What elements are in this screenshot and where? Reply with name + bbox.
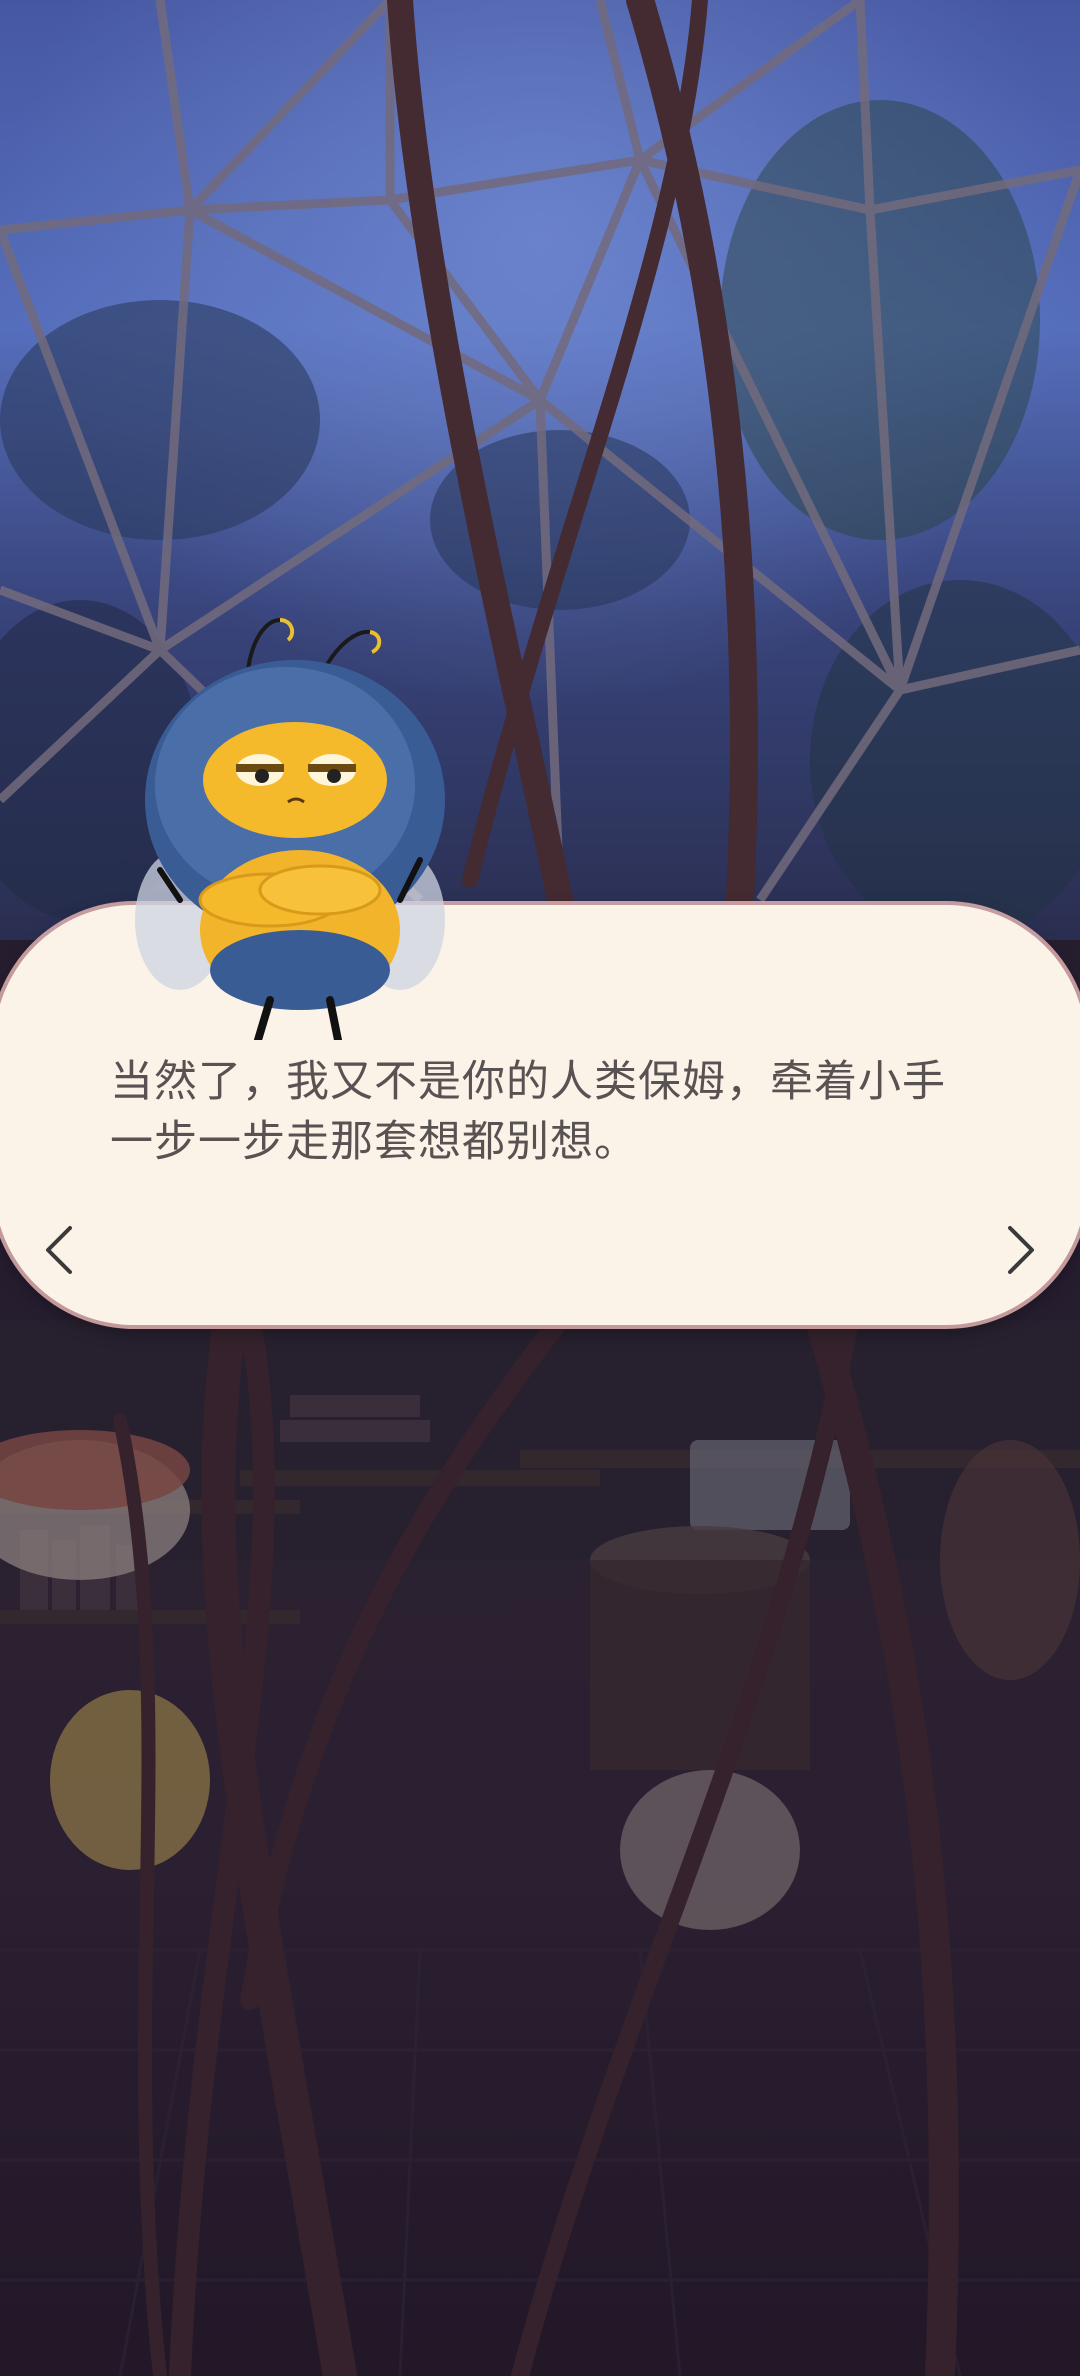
- previous-dialog-button[interactable]: [34, 1220, 84, 1280]
- chevron-left-icon: [46, 1226, 72, 1274]
- next-dialog-button[interactable]: [996, 1220, 1046, 1280]
- dialog-text: 当然了，我又不是你的人类保姆，牵着小手 一步一步走那套想都别想。: [110, 1052, 990, 1172]
- bee-character: [135, 617, 445, 1040]
- game-scene: 当然了，我又不是你的人类保姆，牵着小手 一步一步走那套想都别想。: [0, 0, 1080, 2376]
- chevron-right-icon: [1008, 1226, 1034, 1274]
- dialog-line-2: 一步一步走那套想都别想。: [110, 1117, 638, 1167]
- dialog-line-1: 当然了，我又不是你的人类保姆，牵着小手: [110, 1057, 946, 1107]
